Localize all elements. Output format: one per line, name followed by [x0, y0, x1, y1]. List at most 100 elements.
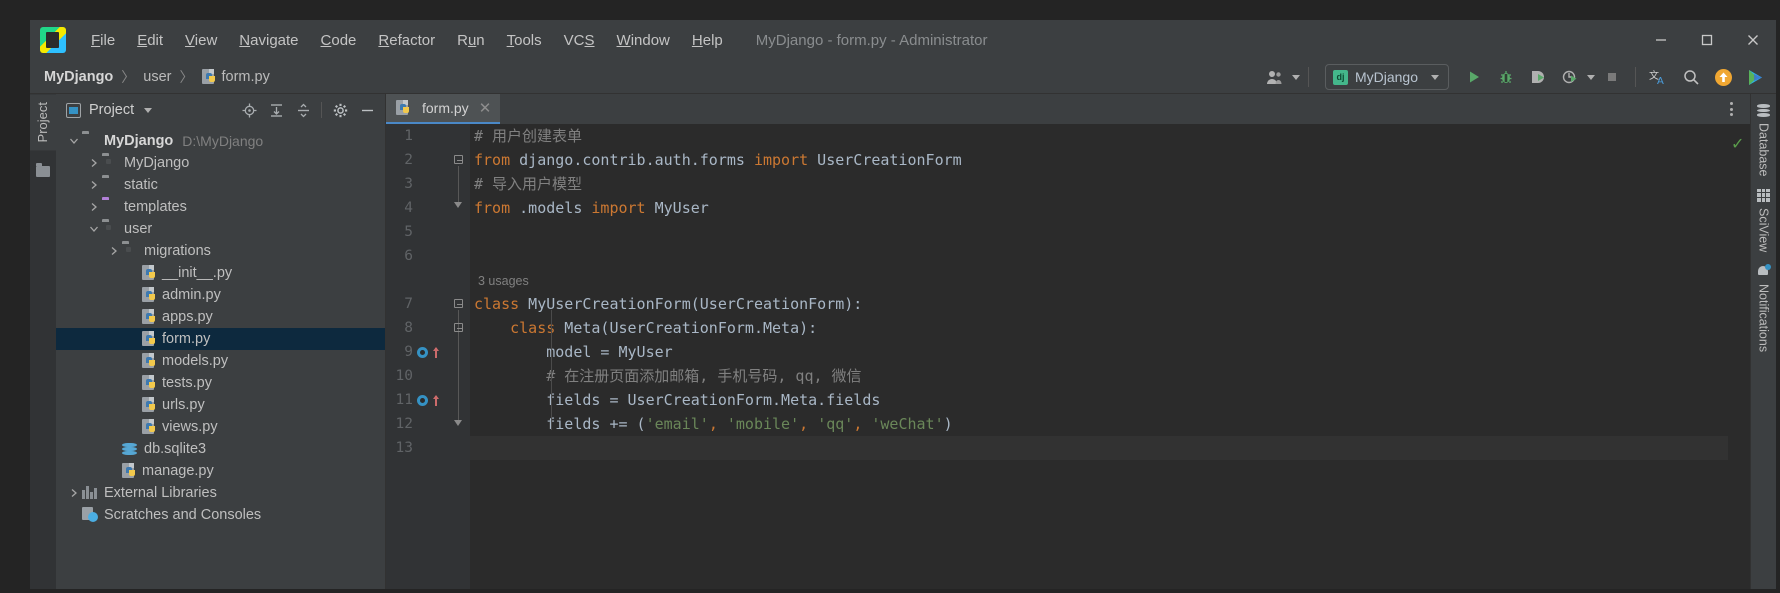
code-line-2[interactable]: from django.contrib.auth.forms import Us…	[470, 148, 1728, 172]
fold-marker-line8[interactable]	[454, 323, 465, 334]
breadcrumb-user[interactable]: user	[143, 69, 171, 85]
project-tree[interactable]: MyDjango D:\MyDjango MyDjango static templat…	[56, 126, 385, 589]
line-number-gutter[interactable]: 1 2 3 4 5 6 7 8 9 10 11 12 13	[386, 124, 448, 589]
tree-item-user[interactable]: user	[56, 218, 385, 240]
tree-expand-arrow[interactable]	[66, 137, 82, 145]
gutter-line-10[interactable]: 10	[386, 364, 448, 388]
code-line-12[interactable]: fields += ('email', 'mobile', 'qq', 'weC…	[470, 412, 1728, 436]
gutter-line-2[interactable]: 2	[386, 148, 448, 172]
tree-item-models-py[interactable]: models.py	[56, 350, 385, 372]
tree-item-apps-py[interactable]: apps.py	[56, 306, 385, 328]
profiler-icon[interactable]	[1555, 63, 1585, 91]
code-line-1[interactable]: # 用户创建表单	[470, 124, 1728, 148]
tree-item-admin-py[interactable]: admin.py	[56, 284, 385, 306]
maximize-button[interactable]	[1684, 20, 1730, 60]
tree-expand-arrow[interactable]	[86, 158, 102, 168]
code-line-11[interactable]: fields = UserCreationForm.Meta.fields	[470, 388, 1728, 412]
tree-item-db-sqlite3[interactable]: db.sqlite3	[56, 438, 385, 460]
hide-panel-icon[interactable]	[355, 98, 379, 122]
profiler-chevron-down-icon[interactable]	[1587, 74, 1595, 80]
inspection-gutter[interactable]: ✓	[1728, 124, 1750, 589]
debug-icon[interactable]	[1491, 63, 1521, 91]
gutter-line-8[interactable]: 8	[386, 316, 448, 340]
code-line-10[interactable]: # 在注册页面添加邮箱, 手机号码, qq, 微信	[470, 364, 1728, 388]
menu-edit[interactable]: Edit	[126, 28, 174, 53]
tree-item--init-py[interactable]: __init__.py	[56, 262, 385, 284]
collapse-all-icon[interactable]	[291, 98, 315, 122]
gutter-line-12[interactable]: 12	[386, 412, 448, 436]
project-view-chevron-down-icon[interactable]	[144, 107, 153, 113]
code-lines[interactable]: # 用户创建表单 from django.contrib.auth.forms i…	[470, 124, 1728, 589]
expand-all-icon[interactable]	[264, 98, 288, 122]
tree-item-urls-py[interactable]: urls.py	[56, 394, 385, 416]
gutter-line-9[interactable]: 9	[386, 340, 448, 364]
menu-code[interactable]: Code	[310, 28, 368, 53]
close-button[interactable]	[1730, 20, 1776, 60]
gutter-line-4[interactable]: 4	[386, 196, 448, 220]
tree-item-templates[interactable]: templates	[56, 196, 385, 218]
menu-vcs[interactable]: VCS	[553, 28, 606, 53]
fold-marker-line7[interactable]	[454, 299, 465, 310]
stop-icon[interactable]	[1597, 63, 1627, 91]
gutter-line-5[interactable]: 5	[386, 220, 448, 244]
tree-expand-arrow[interactable]	[86, 202, 102, 212]
usages-hint[interactable]: 3 usages	[470, 268, 1728, 292]
menu-refactor[interactable]: Refactor	[367, 28, 446, 53]
code-folding-gutter[interactable]	[448, 124, 470, 589]
tree-item-mydjango[interactable]: MyDjango D:\MyDjango	[56, 130, 385, 152]
more-options-icon[interactable]	[1720, 98, 1742, 120]
breakpoint-icon[interactable]	[417, 346, 428, 358]
fold-end-marker-line4[interactable]	[454, 202, 463, 211]
locate-in-tree-icon[interactable]	[237, 98, 261, 122]
tree-item-mydjango[interactable]: MyDjango	[56, 152, 385, 174]
code-line-8[interactable]: class Meta(UserCreationForm.Meta):	[470, 316, 1728, 340]
breakpoint-icon[interactable]	[417, 394, 428, 406]
run-configuration-selector[interactable]: dj MyDjango	[1324, 64, 1449, 90]
run-with-coverage-icon[interactable]	[1523, 63, 1553, 91]
tree-item-scratches-and-consoles[interactable]: Scratches and Consoles	[56, 504, 385, 526]
gutter-line-6[interactable]: 6	[386, 244, 448, 268]
code-line-4[interactable]: from .models import MyUser	[470, 196, 1728, 220]
breadcrumb-project[interactable]: MyDjango	[44, 69, 113, 85]
account-chevron-down-icon[interactable]	[1291, 74, 1300, 80]
code-line-7[interactable]: class MyUserCreationForm(UserCreationFor…	[470, 292, 1728, 316]
user-account-icon[interactable]	[1260, 63, 1290, 91]
menu-view[interactable]: View	[174, 28, 228, 53]
code-line-5[interactable]	[470, 220, 1728, 244]
code-line-6[interactable]	[470, 244, 1728, 268]
code-line-9[interactable]: model = MyUser	[470, 340, 1728, 364]
gutter-line-7[interactable]: 7	[386, 292, 448, 316]
override-marker-icon[interactable]	[432, 346, 440, 358]
tree-item-migrations[interactable]: migrations	[56, 240, 385, 262]
gutter-line-1[interactable]: 1	[386, 124, 448, 148]
tree-item-external-libraries[interactable]: External Libraries	[56, 482, 385, 504]
menu-navigate[interactable]: Navigate	[228, 28, 309, 53]
tree-expand-arrow[interactable]	[86, 225, 102, 233]
breadcrumb-file[interactable]: form.py	[222, 69, 270, 85]
tree-item-static[interactable]: static	[56, 174, 385, 196]
sidebar-tab-project[interactable]: Project	[30, 94, 56, 151]
close-icon[interactable]: ✕	[479, 99, 492, 117]
menu-tools[interactable]: Tools	[496, 28, 553, 53]
tree-expand-arrow[interactable]	[66, 488, 82, 498]
override-marker-icon[interactable]	[432, 394, 440, 406]
gutter-line-13[interactable]: 13	[386, 436, 448, 460]
tree-item-views-py[interactable]: views.py	[56, 416, 385, 438]
tree-item-manage-py[interactable]: manage.py	[56, 460, 385, 482]
code-editor[interactable]: 1 2 3 4 5 6 7 8 9 10 11 12 13 # 用户创建表单 from django.co…	[386, 124, 1750, 589]
menu-help[interactable]: Help	[681, 28, 734, 53]
folder-icon[interactable]	[36, 163, 50, 177]
tree-item-tests-py[interactable]: tests.py	[56, 372, 385, 394]
sidebar-tab-notifications[interactable]: Notifications	[1753, 258, 1775, 358]
tree-expand-arrow[interactable]	[106, 246, 122, 256]
code-line-13[interactable]	[470, 436, 1728, 460]
sidebar-tab-sciview[interactable]: SciView	[1753, 183, 1775, 258]
gear-icon[interactable]	[328, 98, 352, 122]
run-icon[interactable]	[1459, 63, 1489, 91]
sidebar-tab-database[interactable]: Database	[1753, 98, 1775, 183]
code-line-3[interactable]: # 导入用户模型	[470, 172, 1728, 196]
gutter-line-11[interactable]: 11	[386, 388, 448, 412]
search-icon[interactable]	[1676, 63, 1706, 91]
minimize-button[interactable]	[1638, 20, 1684, 60]
tree-expand-arrow[interactable]	[86, 180, 102, 190]
